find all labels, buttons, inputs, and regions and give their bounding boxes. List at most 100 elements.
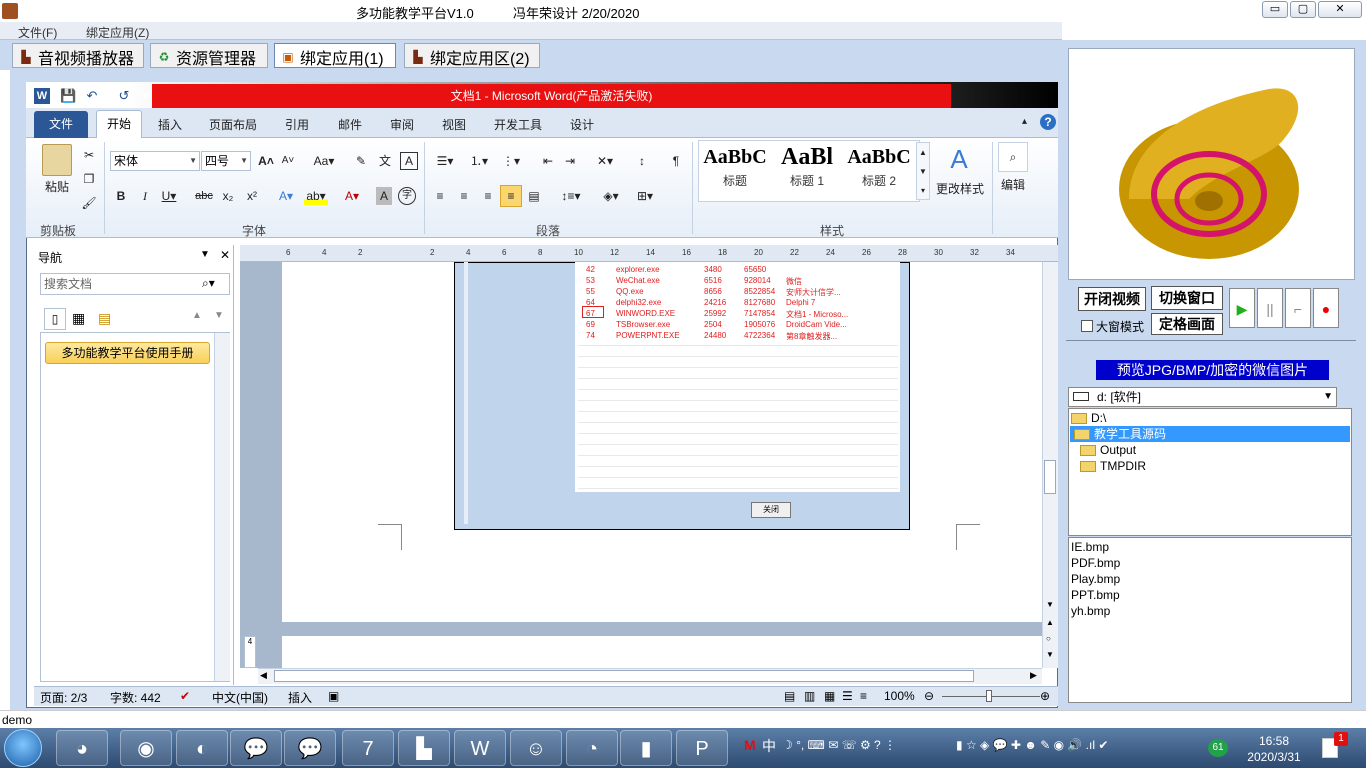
- nav-next-icon[interactable]: ▼: [214, 310, 224, 321]
- clear-format-icon[interactable]: ✎: [352, 152, 370, 170]
- strikethrough-icon[interactable]: abc: [194, 187, 214, 205]
- shading-icon[interactable]: ◈▾: [598, 187, 624, 205]
- ribbon-tab-home[interactable]: 开始: [96, 110, 142, 139]
- file-item[interactable]: PDF.bmp: [1071, 556, 1120, 570]
- char-shading-icon[interactable]: A: [376, 187, 392, 205]
- wechat-icon[interactable]: 💬: [230, 730, 282, 766]
- char-border-icon[interactable]: A: [400, 152, 418, 170]
- play-icon[interactable]: ▶: [1229, 288, 1255, 328]
- phonetic-guide-icon[interactable]: 文: [376, 152, 394, 170]
- nav-close-icon[interactable]: ✕: [220, 248, 230, 262]
- line-spacing-icon[interactable]: ↕≡▾: [558, 187, 584, 205]
- enclose-char-icon[interactable]: 字: [398, 187, 416, 205]
- file-item[interactable]: IE.bmp: [1071, 540, 1109, 554]
- browse-object-icon[interactable]: ○: [1046, 634, 1051, 643]
- asian-layout-icon[interactable]: ✕▾: [592, 152, 618, 170]
- change-styles-button[interactable]: 更改样式: [934, 180, 986, 198]
- teaching-platform-icon[interactable]: ▙: [398, 730, 450, 766]
- switch-window-button[interactable]: 切换窗口: [1151, 286, 1223, 310]
- copy-icon[interactable]: ❐: [80, 170, 98, 188]
- show-marks-icon[interactable]: ¶: [668, 152, 684, 170]
- ribbon-tab-insert[interactable]: 插入: [158, 116, 182, 133]
- powerpoint-icon[interactable]: P: [676, 730, 728, 766]
- tab-bind-app-area-2[interactable]: ▙ 绑定应用区(2): [404, 43, 540, 68]
- taskbar-app-icon[interactable]: ◕: [56, 730, 108, 766]
- justify-icon[interactable]: ≡: [500, 185, 522, 207]
- nav-scrollbar[interactable]: [214, 333, 230, 681]
- document-page-2[interactable]: [282, 636, 1042, 668]
- next-page-icon[interactable]: ▼: [1046, 650, 1054, 659]
- toggle-video-button[interactable]: 开闭视频: [1078, 287, 1146, 311]
- scroll-thumb[interactable]: [1044, 460, 1056, 494]
- nav-results-tab[interactable]: ▤: [98, 310, 111, 327]
- taskbar-app-icon[interactable]: ☺: [510, 730, 562, 766]
- tab-bind-app-1[interactable]: ▣ 绑定应用(1): [274, 43, 396, 68]
- nav-headings-tab[interactable]: ▯: [44, 308, 66, 330]
- numbering-icon[interactable]: ⒈▾: [466, 152, 492, 170]
- menu-bind-app[interactable]: 绑定应用(Z): [86, 24, 149, 41]
- hscroll-thumb[interactable]: [274, 670, 974, 682]
- zoom-in-icon[interactable]: ⊕: [1040, 689, 1050, 703]
- increase-indent-icon[interactable]: ⇥: [562, 152, 578, 170]
- status-words[interactable]: 字数: 442: [110, 689, 161, 706]
- style-title[interactable]: AaBbC 标题: [700, 144, 770, 189]
- dir-item[interactable]: TMPDIR: [1080, 458, 1146, 474]
- start-button[interactable]: [4, 729, 42, 767]
- subscript-icon[interactable]: x₂: [220, 187, 236, 205]
- nav-prev-icon[interactable]: ▲: [192, 310, 202, 321]
- document-hscrollbar[interactable]: ◀ ▶: [258, 668, 1042, 684]
- help-icon[interactable]: ?: [1040, 114, 1056, 130]
- word-icon[interactable]: W: [454, 730, 506, 766]
- ribbon-tab-review[interactable]: 审阅: [390, 116, 414, 133]
- ribbon-tab-references[interactable]: 引用: [285, 116, 309, 133]
- ime-mode[interactable]: 中: [762, 736, 776, 756]
- stop-icon[interactable]: ⌐: [1285, 288, 1311, 328]
- font-name-combo[interactable]: 宋体 ▼: [110, 151, 200, 171]
- font-color-icon[interactable]: A▾: [340, 187, 364, 205]
- style-heading-2[interactable]: AaBbC 标题 2: [844, 144, 914, 189]
- scroll-right-icon[interactable]: ▶: [1030, 670, 1037, 681]
- nav-heading-item[interactable]: 多功能教学平台使用手册: [45, 342, 210, 364]
- nav-pages-tab[interactable]: ▦: [72, 310, 85, 327]
- ribbon-tab-design[interactable]: 设计: [570, 116, 594, 133]
- align-left-icon[interactable]: ≡: [432, 187, 448, 205]
- horizontal-ruler[interactable]: 6 4 2 2 4 6 8 10 12 14 16 18 20 22 24 26 28 30 32 34: [240, 245, 1058, 262]
- outline-icon[interactable]: ☰: [842, 689, 853, 703]
- cut-icon[interactable]: ✂: [80, 146, 98, 164]
- document-vscrollbar[interactable]: ▼ ▲ ○ ▼: [1042, 262, 1058, 668]
- tab-media-player[interactable]: ▙ 音视频播放器: [12, 43, 144, 68]
- web-layout-icon[interactable]: ▦: [824, 689, 835, 703]
- ribbon-tab-view[interactable]: 视图: [442, 116, 466, 133]
- font-size-combo[interactable]: 四号 ▼: [201, 151, 251, 171]
- wechat-icon[interactable]: 💬: [284, 730, 336, 766]
- bold-icon[interactable]: B: [114, 187, 128, 205]
- macro-icon[interactable]: ▣: [328, 689, 339, 703]
- dir-item[interactable]: Output: [1080, 442, 1136, 458]
- ime-icon[interactable]: M: [744, 737, 756, 753]
- print-layout-icon[interactable]: ▤: [784, 689, 795, 703]
- ribbon-tab-mailings[interactable]: 邮件: [338, 116, 362, 133]
- file-item[interactable]: PPT.bmp: [1071, 588, 1120, 602]
- ribbon-tab-layout[interactable]: 页面布局: [209, 116, 257, 133]
- nav-options-icon[interactable]: ▼: [200, 249, 210, 260]
- tray-icons[interactable]: ▮ ☆ ◈ 💬 ✚ ☻ ✎ ◉ 🔊 .ıl ✔: [956, 738, 1108, 752]
- scroll-down-icon[interactable]: ▼: [1046, 600, 1054, 609]
- ribbon-tab-file[interactable]: 文件: [34, 111, 88, 138]
- prev-page-icon[interactable]: ▲: [1046, 618, 1054, 627]
- 7zip-icon[interactable]: 7: [342, 730, 394, 766]
- status-language[interactable]: 中文(中国): [212, 689, 268, 706]
- tab-resource-manager[interactable]: ♻ 资源管理器: [150, 43, 268, 68]
- search-icon[interactable]: ⌕▾: [202, 276, 215, 291]
- tray-badge-count[interactable]: 61: [1208, 739, 1228, 757]
- undo-icon[interactable]: ↶: [84, 88, 100, 104]
- minimize-button[interactable]: ▭: [1262, 1, 1288, 18]
- save-icon[interactable]: 💾: [60, 88, 76, 104]
- editing-button[interactable]: 编辑: [996, 176, 1030, 194]
- zoom-level[interactable]: 100%: [884, 689, 915, 703]
- decrease-indent-icon[interactable]: ⇤: [540, 152, 556, 170]
- status-page[interactable]: 页面: 2/3: [40, 689, 87, 706]
- taskbar-app-icon[interactable]: ◔: [566, 730, 618, 766]
- dir-item-selected[interactable]: 教学工具源码: [1070, 426, 1350, 442]
- align-right-icon[interactable]: ≡: [480, 187, 496, 205]
- sort-icon[interactable]: ↕: [632, 152, 652, 170]
